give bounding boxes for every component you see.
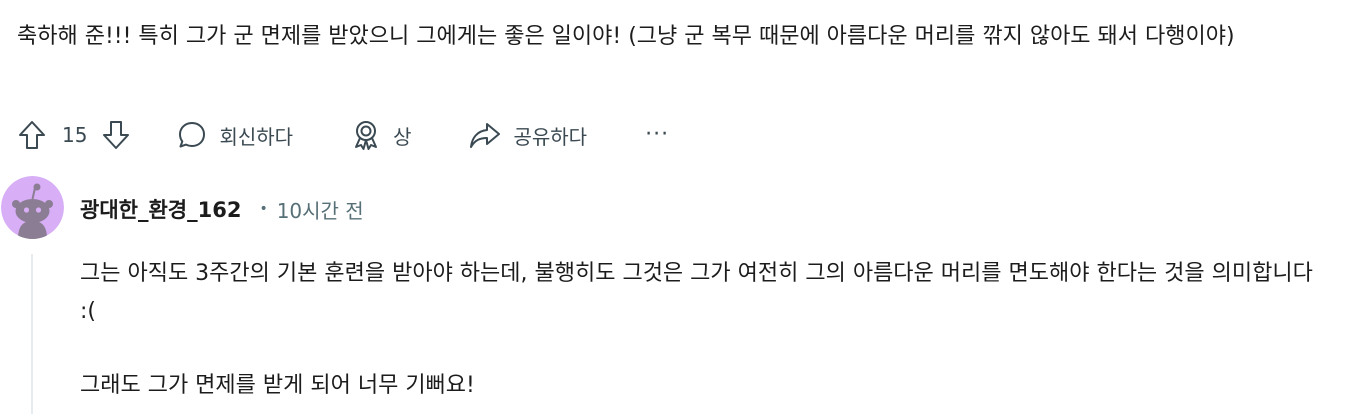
upvote-icon[interactable] — [17, 114, 47, 156]
award-icon — [351, 119, 381, 151]
share-button[interactable]: 공유하다 — [469, 114, 587, 156]
award-label: 상 — [393, 124, 412, 149]
reply-button[interactable]: 회신하다 — [177, 114, 293, 156]
reply-paragraph: 그래도 그가 면제를 받게 되어 너무 기뻐요! — [80, 373, 475, 398]
parent-comment-text: 축하해 준!!! 특히 그가 군 면제를 받았으니 그에게는 좋은 일이야! (… — [17, 24, 1235, 49]
share-label: 공유하다 — [513, 124, 588, 149]
reply-meta: 광대한_환경_162 • 10시간 전 — [80, 192, 364, 226]
parent-comment: 축하해 준!!! 특히 그가 군 면제를 받았으니 그에게는 좋은 일이야! (… — [17, 17, 1317, 56]
reply-paragraph: 그는 아직도 3주간의 기본 훈련을 받아야 하는데, 불행히도 그것은 그가 … — [80, 261, 1313, 324]
username-link[interactable]: 광대한_환경_162 — [80, 194, 241, 224]
downvote-icon[interactable] — [101, 114, 131, 156]
more-horizontal-icon: ··· — [645, 122, 670, 147]
more-options-button[interactable]: ··· — [645, 114, 669, 156]
vote-count: 15 — [62, 123, 88, 147]
avatar[interactable] — [1, 176, 64, 239]
meta-separator: • — [259, 201, 268, 217]
reply-comment: 광대한_환경_162 • 10시간 전 그는 아직도 3주간의 기본 훈련을 받… — [0, 172, 1350, 414]
timestamp[interactable]: 10시간 전 — [277, 195, 364, 224]
comment-action-bar: 15 회신하다 상 공유하다 ··· — [17, 114, 669, 156]
reply-label: 회신하다 — [219, 124, 294, 149]
reply-body: 그는 아직도 3주간의 기본 훈련을 받아야 하는데, 불행히도 그것은 그가 … — [80, 255, 1320, 405]
comment-bubble-icon — [177, 120, 207, 150]
award-button[interactable]: 상 — [351, 114, 411, 156]
snoo-avatar-icon — [1, 176, 64, 239]
thread-line[interactable] — [31, 254, 33, 414]
share-arrow-icon — [469, 120, 501, 150]
